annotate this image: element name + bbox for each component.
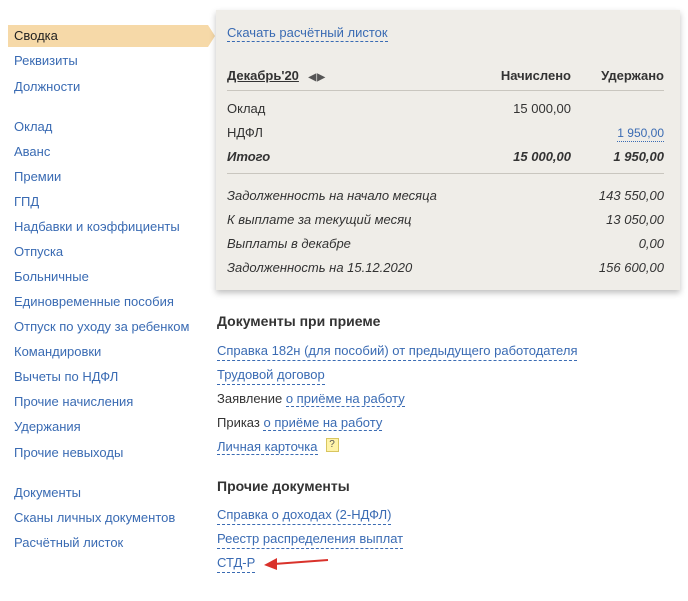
sidebar-item-other-accruals[interactable]: Прочие начисления <box>8 391 133 413</box>
order-link[interactable]: о приёме на работу <box>263 415 383 431</box>
sidebar-item-one-time-benefits[interactable]: Единовременные пособия <box>8 291 174 313</box>
divider <box>227 173 664 174</box>
summary-row: Задолженность на начало месяца 143 550,0… <box>227 186 664 206</box>
sidebar-item-label[interactable]: Больничные <box>14 269 89 284</box>
summary-value: 0,00 <box>638 236 664 251</box>
summary-row: Задолженность на 15.12.2020 156 600,00 <box>227 258 664 278</box>
sidebar-item-payslip[interactable]: Расчётный листок <box>8 532 123 554</box>
other-docs-title: Прочие документы <box>217 478 350 494</box>
payslip-header-row: Декабрь'20 ◀▶ Начислено Удержано <box>227 66 664 86</box>
sidebar-item-sick-leave[interactable]: Больничные <box>8 266 89 288</box>
sidebar-item-label[interactable]: Реквизиты <box>14 53 78 68</box>
std-r-link[interactable]: СТД-Р <box>217 554 256 573</box>
statement-link[interactable]: о приёме на работу <box>285 391 405 407</box>
total-row: Итого 15 000,00 1 950,00 <box>227 147 664 167</box>
summary-value: 143 550,00 <box>598 188 664 203</box>
summary-value: 156 600,00 <box>598 260 664 275</box>
income-certificate-link[interactable]: Справка о доходах (2-НДФЛ) <box>217 506 392 525</box>
statement-line: Заявление о приёме на работу <box>217 390 405 408</box>
sidebar-item-advance[interactable]: Аванс <box>8 141 50 163</box>
sidebar-item-label[interactable]: ГПД <box>14 194 39 209</box>
sidebar-item-withholdings[interactable]: Удержания <box>8 416 81 438</box>
sidebar-item-label[interactable]: Надбавки и коэффициенты <box>14 219 180 234</box>
download-payslip-link[interactable]: Скачать расчётный листок <box>227 25 388 42</box>
card-line: Личная карточка? <box>217 438 339 456</box>
sidebar-item-parental-leave[interactable]: Отпуск по уходу за ребенком <box>8 316 189 338</box>
total-withheld: 1 950,00 <box>613 149 664 164</box>
order-prefix: Приказ <box>217 415 260 430</box>
sidebar-item-label[interactable]: Отпуска <box>14 244 63 259</box>
sidebar-item-vacations[interactable]: Отпуска <box>8 241 63 263</box>
sidebar-item-label[interactable]: Командировки <box>14 344 101 359</box>
row-label: НДФЛ <box>227 125 263 140</box>
sidebar-item-allowances[interactable]: Надбавки и коэффициенты <box>8 216 180 238</box>
help-icon[interactable]: ? <box>325 438 339 452</box>
summary-label: К выплате за текущий месяц <box>227 212 412 227</box>
col-accrued-header: Начислено <box>500 68 571 83</box>
sidebar-item-label[interactable]: Прочие невыходы <box>14 445 123 460</box>
prev-month-icon[interactable]: ◀ <box>309 72 317 83</box>
tax-amount-link[interactable]: 1 950,00 <box>617 125 664 142</box>
sidebar-item-other-absences[interactable]: Прочие невыходы <box>8 442 123 464</box>
sidebar-item-business-trips[interactable]: Командировки <box>8 341 101 363</box>
sidebar-item-summary[interactable]: Сводка <box>8 25 215 47</box>
sidebar-item-label[interactable]: Документы <box>14 485 81 500</box>
table-row: Оклад 15 000,00 <box>227 99 664 119</box>
sidebar-item-positions[interactable]: Должности <box>8 76 80 98</box>
next-month-icon[interactable]: ▶ <box>317 72 325 83</box>
sidebar-item-label[interactable]: Вычеты по НДФЛ <box>14 369 118 384</box>
sidebar-item-label[interactable]: Отпуск по уходу за ребенком <box>14 319 189 334</box>
col-withheld-header: Удержано <box>601 68 664 83</box>
sidebar-item-label[interactable]: Должности <box>14 79 80 94</box>
summary-label: Выплаты в декабре <box>227 236 351 251</box>
summary-value: 13 050,00 <box>606 212 664 227</box>
payment-registry-link[interactable]: Реестр распределения выплат <box>217 530 404 549</box>
row-accrued: 15 000,00 <box>513 101 571 116</box>
divider <box>227 90 664 91</box>
sidebar-item-label[interactable]: Расчётный листок <box>14 535 123 550</box>
spravka-182n-link[interactable]: Справка 182н (для пособий) от предыдущег… <box>217 342 578 361</box>
sidebar-item-label[interactable]: Премии <box>14 169 61 184</box>
sidebar-item-requisites[interactable]: Реквизиты <box>8 50 78 72</box>
summary-row: Выплаты в декабре 0,00 <box>227 234 664 254</box>
sidebar-item-label[interactable]: Сканы личных документов <box>14 510 175 525</box>
total-accrued: 15 000,00 <box>513 149 571 164</box>
sidebar-item-documents[interactable]: Документы <box>8 482 81 504</box>
sidebar-item-label[interactable]: Оклад <box>14 119 52 134</box>
employment-contract-link[interactable]: Трудовой договор <box>217 366 325 385</box>
summary-label: Задолженность на 15.12.2020 <box>227 260 413 275</box>
row-label: Оклад <box>227 101 266 116</box>
payslip-panel: Скачать расчётный листок Декабрь'20 ◀▶ Н… <box>216 10 680 290</box>
table-row: НДФЛ 1 950,00 <box>227 123 664 143</box>
hiring-docs-title: Документы при приеме <box>217 313 381 329</box>
red-arrow-icon <box>264 558 329 570</box>
order-line: Приказ о приёме на работу <box>217 414 383 432</box>
sidebar-item-label[interactable]: Прочие начисления <box>14 394 133 409</box>
summary-row: К выплате за текущий месяц 13 050,00 <box>227 210 664 230</box>
month-selector[interactable]: Декабрь'20 ◀▶ <box>227 66 325 88</box>
sidebar-item-label[interactable]: Аванс <box>14 144 50 159</box>
sidebar-item-scans[interactable]: Сканы личных документов <box>8 507 175 529</box>
sidebar-item-label[interactable]: Единовременные пособия <box>14 294 174 309</box>
sidebar-item-bonuses[interactable]: Премии <box>8 166 61 188</box>
sidebar-item-tax-deductions[interactable]: Вычеты по НДФЛ <box>8 366 118 388</box>
personal-card-link[interactable]: Личная карточка <box>217 439 318 455</box>
statement-prefix: Заявление <box>217 391 283 406</box>
total-label: Итого <box>227 149 271 164</box>
summary-label: Задолженность на начало месяца <box>227 188 437 203</box>
sidebar-item-gpd[interactable]: ГПД <box>8 191 39 213</box>
month-label[interactable]: Декабрь'20 <box>227 68 299 83</box>
sidebar-item-salary[interactable]: Оклад <box>8 116 52 138</box>
sidebar-item-label[interactable]: Удержания <box>14 419 81 434</box>
sidebar-item-label: Сводка <box>14 28 58 43</box>
